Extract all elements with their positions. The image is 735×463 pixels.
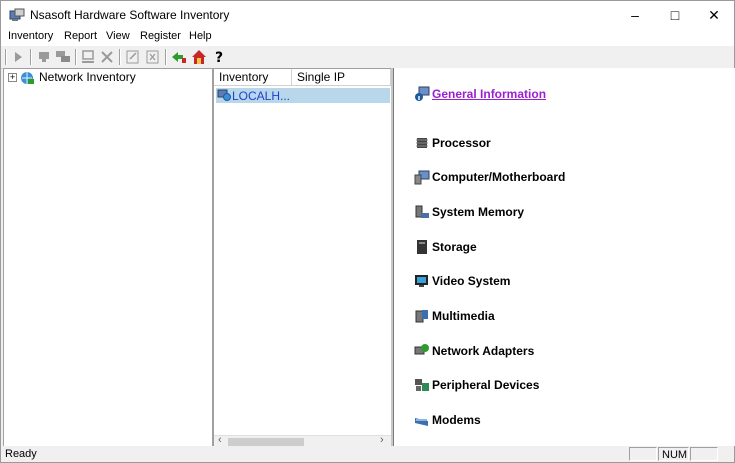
scan-network-icon[interactable] bbox=[55, 49, 71, 65]
menu-view[interactable]: View bbox=[106, 30, 130, 42]
menu-report[interactable]: Report bbox=[64, 30, 97, 42]
computer-list: Inventory Single IP LOCALH... ‹ › bbox=[213, 68, 392, 448]
memory-icon bbox=[415, 205, 429, 218]
tree-item-network-inventory[interactable]: Network Inventory bbox=[39, 70, 136, 84]
window-title: Nsasoft Hardware Software Inventory bbox=[30, 8, 230, 22]
tree-pane: + Network Inventory bbox=[3, 68, 213, 448]
delete-icon[interactable] bbox=[99, 49, 115, 65]
remove-icon[interactable] bbox=[145, 49, 161, 65]
modem-icon bbox=[415, 418, 428, 426]
maximize-button[interactable]: □ bbox=[655, 1, 695, 29]
scroll-thumb[interactable] bbox=[228, 438, 304, 446]
category-label[interactable]: Computer/Motherboard bbox=[432, 170, 565, 184]
menu-register[interactable]: Register bbox=[140, 30, 181, 42]
run-icon[interactable] bbox=[10, 49, 26, 65]
home-icon[interactable] bbox=[191, 49, 207, 65]
peripheral-icon bbox=[415, 379, 429, 391]
list-item-name: LOCALH... bbox=[232, 89, 291, 103]
category-general-information[interactable]: General Information bbox=[414, 85, 546, 103]
network-inventory-icon bbox=[21, 72, 34, 84]
menu-bar: Inventory Report View Register Help bbox=[1, 29, 734, 46]
column-header-inventory[interactable]: Inventory bbox=[214, 69, 292, 86]
status-num-indicator: NUM bbox=[658, 447, 689, 461]
scroll-left-icon[interactable]: ‹ bbox=[218, 434, 222, 446]
processor-icon bbox=[416, 138, 428, 148]
edit-icon[interactable] bbox=[125, 49, 141, 65]
minimize-icon: – bbox=[631, 7, 639, 23]
category-label[interactable]: Video System bbox=[432, 274, 510, 288]
category-storage[interactable]: Storage bbox=[414, 238, 477, 256]
app-window: Nsasoft Hardware Software Inventory – □ … bbox=[0, 0, 735, 463]
minimize-button[interactable]: – bbox=[615, 1, 655, 29]
computer-icon[interactable] bbox=[80, 49, 96, 65]
svg-text:?: ? bbox=[215, 50, 223, 65]
details-pane: General Information Processor Computer/M… bbox=[393, 68, 735, 446]
category-computer-motherboard[interactable]: Computer/Motherboard bbox=[414, 168, 565, 186]
status-bar: Ready NUM bbox=[1, 446, 734, 462]
computer-globe-icon bbox=[217, 89, 231, 101]
toolbar-separator bbox=[119, 49, 121, 65]
category-peripheral-devices[interactable]: Peripheral Devices bbox=[414, 376, 539, 394]
category-label[interactable]: Network Adapters bbox=[432, 344, 534, 358]
menu-inventory[interactable]: Inventory bbox=[8, 30, 53, 42]
toolbar-separator bbox=[165, 49, 167, 65]
column-header-single-ip[interactable]: Single IP bbox=[292, 69, 391, 86]
title-bar: Nsasoft Hardware Software Inventory – □ … bbox=[1, 1, 734, 29]
category-label[interactable]: General Information bbox=[432, 87, 546, 101]
status-panel-empty bbox=[629, 447, 657, 461]
toolbar: ? bbox=[1, 46, 734, 69]
category-modems[interactable]: Modems bbox=[414, 411, 481, 429]
maximize-icon: □ bbox=[670, 7, 680, 23]
toolbar-separator bbox=[5, 49, 7, 65]
network-adapter-icon bbox=[414, 344, 429, 355]
category-processor[interactable]: Processor bbox=[414, 134, 491, 152]
close-icon: ✕ bbox=[708, 6, 720, 23]
multimedia-icon bbox=[415, 310, 428, 323]
motherboard-icon bbox=[414, 170, 430, 185]
status-text: Ready bbox=[5, 448, 37, 460]
app-icon bbox=[9, 8, 25, 21]
category-label[interactable]: Peripheral Devices bbox=[432, 378, 539, 392]
tree-expander[interactable]: + bbox=[8, 73, 17, 82]
category-multimedia[interactable]: Multimedia bbox=[414, 307, 495, 325]
toolbar-separator bbox=[75, 49, 77, 65]
category-label[interactable]: System Memory bbox=[432, 205, 524, 219]
scan-icon[interactable] bbox=[36, 49, 52, 65]
video-icon bbox=[415, 275, 428, 287]
category-label[interactable]: Processor bbox=[432, 136, 491, 150]
info-icon bbox=[415, 86, 430, 101]
help-icon[interactable]: ? bbox=[211, 49, 227, 65]
toolbar-separator bbox=[30, 49, 32, 65]
category-label[interactable]: Storage bbox=[432, 240, 477, 254]
close-button[interactable]: ✕ bbox=[694, 1, 734, 29]
category-network-adapters[interactable]: Network Adapters bbox=[414, 342, 534, 360]
scroll-right-icon[interactable]: › bbox=[380, 434, 384, 446]
import-icon[interactable] bbox=[171, 49, 187, 65]
category-video-system[interactable]: Video System bbox=[414, 272, 510, 290]
menu-help[interactable]: Help bbox=[189, 30, 212, 42]
category-label[interactable]: Modems bbox=[432, 413, 481, 427]
list-item[interactable]: LOCALH... bbox=[216, 88, 390, 103]
category-system-memory[interactable]: System Memory bbox=[414, 203, 524, 221]
storage-icon bbox=[417, 240, 427, 254]
status-panel-empty bbox=[690, 447, 718, 461]
category-label[interactable]: Multimedia bbox=[432, 309, 495, 323]
